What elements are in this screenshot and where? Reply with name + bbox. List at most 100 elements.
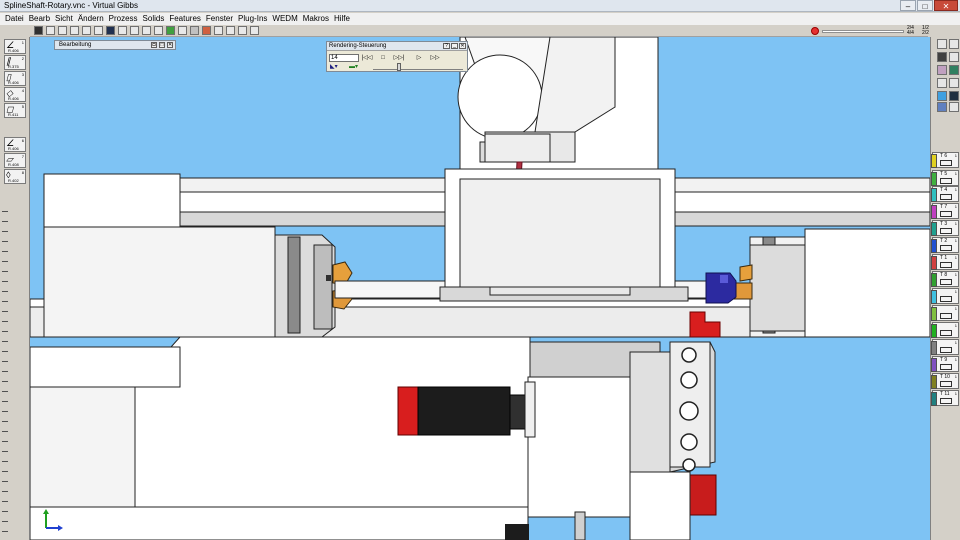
left-tool-3[interactable]: ▯ 3 R.406	[4, 71, 26, 86]
step-end-button[interactable]: ▷▷|	[393, 54, 405, 62]
tool-tab-t5[interactable]: T 5 1	[931, 170, 959, 186]
stop-button[interactable]: □	[377, 54, 389, 62]
print-icon[interactable]	[238, 26, 247, 35]
wireframe-view-icon[interactable]	[46, 26, 55, 35]
cylinder-icon[interactable]	[937, 78, 947, 88]
view-icon[interactable]	[949, 39, 959, 49]
fast-forward-button[interactable]: ▷▷	[429, 54, 441, 62]
left-tool-7[interactable]: ▱ 7 R.408	[4, 153, 26, 168]
ruler-tick	[2, 401, 8, 402]
tool-tab-t8[interactable]: T 8 1	[931, 271, 959, 287]
tool-icon[interactable]	[250, 26, 259, 35]
select-icon[interactable]	[937, 39, 947, 49]
cone-icon[interactable]	[949, 78, 959, 88]
scissors-icon[interactable]	[949, 52, 959, 62]
tool-label: R.406	[8, 48, 19, 53]
menu-aendern[interactable]: Ändern	[76, 13, 107, 25]
frame-input[interactable]: 14	[329, 54, 359, 62]
left-tool-4[interactable]: ◇ 4 R.406	[4, 87, 26, 102]
minimize-button[interactable]: _	[451, 43, 458, 49]
menu-solids[interactable]: Solids	[141, 13, 168, 25]
process-icon[interactable]	[937, 102, 947, 112]
tool-tab-12[interactable]: 1	[931, 339, 959, 355]
pan-icon[interactable]	[142, 26, 151, 35]
menu-datei[interactable]: Datei	[3, 13, 27, 25]
box-view-icon[interactable]	[82, 26, 91, 35]
edit-icon[interactable]	[937, 52, 947, 62]
left-tool-8[interactable]: ◊ 8 R.402	[4, 169, 26, 184]
zoom-icon[interactable]	[130, 26, 139, 35]
stop-icon[interactable]	[811, 27, 819, 35]
menu-fenster[interactable]: Fenster	[204, 13, 236, 25]
ruler-tick	[2, 251, 8, 252]
tool-tab-t4[interactable]: T 4 1	[931, 186, 959, 202]
text-icon[interactable]	[226, 26, 235, 35]
tool-tab-t11[interactable]: T 11 1	[931, 390, 959, 406]
speed-slider-knob[interactable]	[397, 63, 401, 71]
tool-num: 4	[21, 88, 24, 93]
rewind-button[interactable]: |◁◁	[361, 54, 373, 62]
maximize-button[interactable]: □	[917, 0, 933, 11]
tool-tab-10[interactable]: 1	[931, 305, 959, 321]
restore-button[interactable]: ◘	[151, 42, 157, 48]
speed-slider[interactable]	[373, 66, 463, 70]
play-button[interactable]: ▷	[413, 54, 425, 62]
tool-tab-9[interactable]: 1	[931, 288, 959, 304]
help-button[interactable]: ?	[443, 43, 450, 49]
machine-viewport[interactable]	[30, 37, 930, 540]
tool-tab-t7[interactable]: T 7 1	[931, 203, 959, 219]
ruler-tick	[2, 531, 8, 532]
tool-tab-t2[interactable]: T 2 1	[931, 237, 959, 253]
close-button[interactable]: ✕	[459, 43, 466, 49]
tool-num: 6	[21, 138, 24, 143]
tool-num: 7	[21, 154, 24, 159]
left-tool-1[interactable]: ∠ 1 R.406	[4, 39, 26, 54]
close-button[interactable]: ✕	[934, 0, 958, 11]
menu-sicht[interactable]: Sicht	[53, 13, 76, 25]
hidden-line-icon[interactable]	[58, 26, 67, 35]
left-tool-6[interactable]: ∠ 6 R.406	[4, 137, 26, 152]
bearbeitung-panel[interactable]: Bearbeitung ◘ □ ✕	[54, 40, 176, 50]
left-tool-2[interactable]: ∥ 2 R.375	[4, 55, 26, 70]
menu-hilfe[interactable]: Hilfe	[332, 13, 353, 25]
grid-icon[interactable]	[178, 26, 187, 35]
dark-icon[interactable]	[949, 91, 959, 101]
shaded-view-icon[interactable]	[34, 26, 43, 35]
menu-bearb[interactable]: Bearb	[27, 13, 53, 25]
left-tool-5[interactable]: ◻ 5 R.411	[4, 103, 26, 118]
tool-tab-t3[interactable]: T 3 1	[931, 220, 959, 236]
close-button[interactable]: ✕	[167, 42, 173, 48]
tool-tab-t10[interactable]: T 10 1	[931, 373, 959, 389]
tab-color-icon	[931, 273, 937, 287]
shape-icon[interactable]	[937, 65, 947, 75]
stock-icon[interactable]	[166, 26, 175, 35]
menu-plugins[interactable]: Plug-Ins	[236, 13, 270, 25]
material-icon[interactable]	[202, 26, 211, 35]
tool-tab-11[interactable]: 1	[931, 322, 959, 338]
cube-view-icon[interactable]	[70, 26, 79, 35]
shaded-icon[interactable]	[937, 91, 947, 101]
ruler-tick	[2, 331, 8, 332]
render-mode-icon[interactable]: ◣▾	[330, 64, 340, 71]
menu-features[interactable]: Features	[167, 13, 204, 25]
status-readout-b: 1/2 2/2	[922, 26, 929, 36]
minimize-button[interactable]: –	[900, 0, 916, 11]
stock-mode-icon[interactable]: ▬▾	[349, 64, 359, 71]
layer-icon[interactable]	[190, 26, 199, 35]
menu-makros[interactable]: Makros	[301, 13, 332, 25]
background-view-icon[interactable]	[106, 26, 115, 35]
solid-icon[interactable]	[949, 65, 959, 75]
doc-icon[interactable]	[949, 102, 959, 112]
tool-tab-t6[interactable]: T 6 1	[931, 152, 959, 168]
menu-wedm[interactable]: WEDM	[270, 13, 300, 25]
tool-tab-label: T 4	[940, 187, 948, 193]
maximize-button[interactable]: □	[159, 42, 165, 48]
tool-tab-t9[interactable]: T 9 1	[931, 356, 959, 372]
lights-icon[interactable]	[214, 26, 223, 35]
tool-tab-t1[interactable]: T 1 1	[931, 254, 959, 270]
tab-color-icon	[931, 324, 937, 338]
shadow-view-icon[interactable]	[94, 26, 103, 35]
rotate-icon[interactable]	[154, 26, 163, 35]
section-view-icon[interactable]	[118, 26, 127, 35]
menu-prozess[interactable]: Prozess	[107, 13, 141, 25]
